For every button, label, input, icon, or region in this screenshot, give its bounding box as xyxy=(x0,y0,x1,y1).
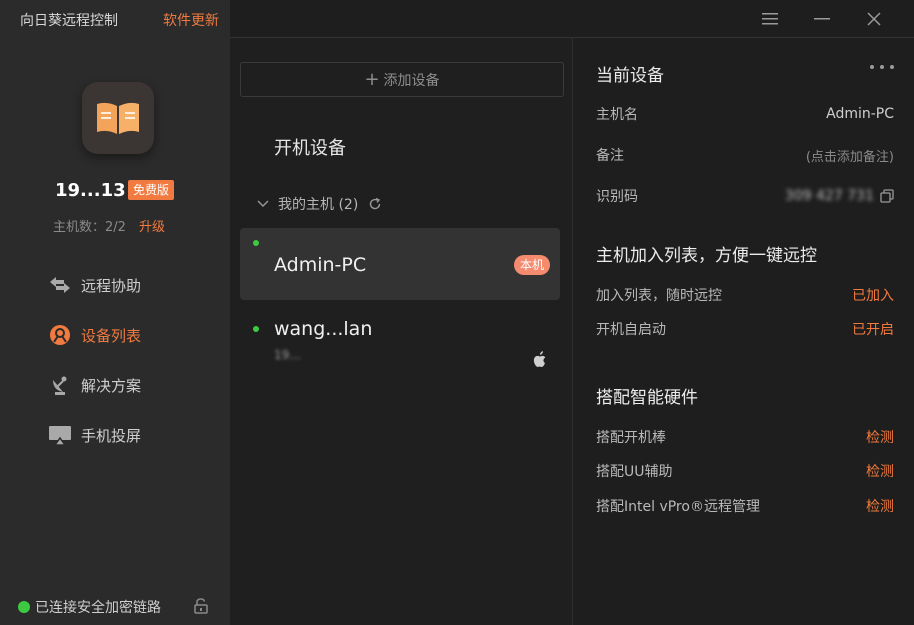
current-device-title: 当前设备 xyxy=(596,66,664,86)
chevron-down-icon xyxy=(257,200,269,207)
device-id-value: 309 427 731 xyxy=(784,188,874,204)
hostname-row: 主机名 Admin-PC xyxy=(596,104,894,124)
device-id-wrap: 309 427 731 xyxy=(785,188,894,204)
host-count: 主机数：2/2 xyxy=(53,220,126,235)
app-window: 向日葵远程控制 软件更新 19...13 免费版 主机数：2/2 升级 远程协助 xyxy=(0,0,914,625)
close-icon xyxy=(867,12,881,26)
more-dot xyxy=(890,65,894,69)
join-list-status[interactable]: 已加入 xyxy=(852,285,894,305)
note-key: 备注 xyxy=(596,148,624,164)
device-detail-panel: 当前设备 主机名 Admin-PC 备注 (点击添加备注) 识别码 309 42… xyxy=(573,38,914,625)
group-label: 我的主机 (2) xyxy=(278,197,359,213)
hostname-value: Admin-PC xyxy=(826,106,894,122)
group-header-my-hosts[interactable]: 我的主机 (2) xyxy=(256,194,382,214)
hardware-key: 搭配UU辅助 xyxy=(596,464,673,480)
device-list-icon xyxy=(48,323,72,347)
device-sub-info: 19... xyxy=(274,348,301,362)
hardware-row-vpro: 搭配Intel vPro®远程管理 检测 xyxy=(596,496,894,516)
join-list-key: 加入列表，随时远控 xyxy=(596,288,722,304)
plan-badge: 免费版 xyxy=(128,180,175,200)
device-card[interactable]: Admin-PC 本机 xyxy=(240,228,560,300)
add-note-link[interactable]: (点击添加备注) xyxy=(806,146,894,165)
device-id-key: 识别码 xyxy=(596,189,638,205)
nav-screen-cast[interactable]: 手机投屏 xyxy=(48,422,198,448)
upgrade-link[interactable]: 升级 xyxy=(139,216,165,235)
nav-remote-assist[interactable]: 远程协助 xyxy=(48,272,198,298)
device-name: Admin-PC xyxy=(274,254,367,276)
more-dot xyxy=(870,65,874,69)
nav-label: 手机投屏 xyxy=(81,426,142,445)
minimize-button[interactable] xyxy=(796,8,848,30)
host-join-title: 主机加入列表，方便一键远控 xyxy=(596,246,817,266)
local-device-badge: 本机 xyxy=(513,255,550,275)
add-device-button[interactable]: + 添加设备 xyxy=(240,62,564,97)
menu-button[interactable] xyxy=(744,8,796,30)
hardware-key: 搭配Intel vPro®远程管理 xyxy=(596,499,760,515)
app-logo-icon xyxy=(82,82,154,154)
status-dot xyxy=(18,601,30,613)
device-list-panel: + 添加设备 开机设备 我的主机 (2) Admin-PC 本机 wang...… xyxy=(230,38,573,625)
status-text: 已连接安全加密链路 xyxy=(35,600,161,616)
plus-icon: + xyxy=(364,69,380,90)
software-update-link[interactable]: 软件更新 xyxy=(163,10,219,30)
detect-button[interactable]: 检测 xyxy=(866,427,894,447)
more-dot xyxy=(880,65,884,69)
nav-label: 远程协助 xyxy=(81,276,142,295)
app-title: 向日葵远程控制 xyxy=(20,13,118,29)
refresh-icon[interactable] xyxy=(368,197,382,211)
online-indicator xyxy=(253,240,259,246)
autostart-row: 开机自启动 已开启 xyxy=(596,319,894,339)
nav-solutions[interactable]: 解决方案 xyxy=(48,372,198,398)
detect-button[interactable]: 检测 xyxy=(866,496,894,516)
detect-button[interactable]: 检测 xyxy=(866,461,894,481)
section-title-online-devices: 开机设备 xyxy=(274,138,346,159)
sidebar: 向日葵远程控制 软件更新 19...13 免费版 主机数：2/2 升级 远程协助 xyxy=(0,0,230,625)
hardware-row-boot-stick: 搭配开机棒 检测 xyxy=(596,427,894,447)
hardware-title: 搭配智能硬件 xyxy=(596,388,698,408)
remote-assist-icon xyxy=(48,273,72,297)
nav-label: 解决方案 xyxy=(81,376,142,395)
nav-device-list[interactable]: 设备列表 xyxy=(48,322,198,348)
hardware-key: 搭配开机棒 xyxy=(596,430,666,446)
unlock-icon[interactable] xyxy=(194,598,208,614)
user-id: 19...13 xyxy=(55,180,126,201)
hamburger-menu-icon xyxy=(762,13,778,25)
note-row: 备注 (点击添加备注) xyxy=(596,145,894,165)
screen-cast-icon xyxy=(48,423,72,447)
hardware-row-uu: 搭配UU辅助 检测 xyxy=(596,461,894,481)
autostart-status[interactable]: 已开启 xyxy=(852,319,894,339)
copy-icon[interactable] xyxy=(880,189,894,203)
add-device-label: 添加设备 xyxy=(383,72,440,89)
satellite-icon xyxy=(48,373,72,397)
minimize-icon xyxy=(814,18,830,20)
apple-icon xyxy=(532,350,548,368)
device-name: wang...lan xyxy=(274,318,373,340)
online-indicator xyxy=(253,326,259,332)
hostname-key: 主机名 xyxy=(596,107,638,123)
close-button[interactable] xyxy=(848,8,900,30)
titlebar-controls xyxy=(744,8,900,30)
nav-label: 设备列表 xyxy=(81,326,142,345)
device-id-row: 识别码 309 427 731 xyxy=(596,186,894,206)
join-list-row: 加入列表，随时远控 已加入 xyxy=(596,285,894,305)
connection-status: 已连接安全加密链路 xyxy=(18,597,161,617)
autostart-key: 开机自启动 xyxy=(596,322,666,338)
more-options-button[interactable] xyxy=(870,60,894,74)
device-card[interactable]: wang...lan 19... xyxy=(240,314,560,386)
